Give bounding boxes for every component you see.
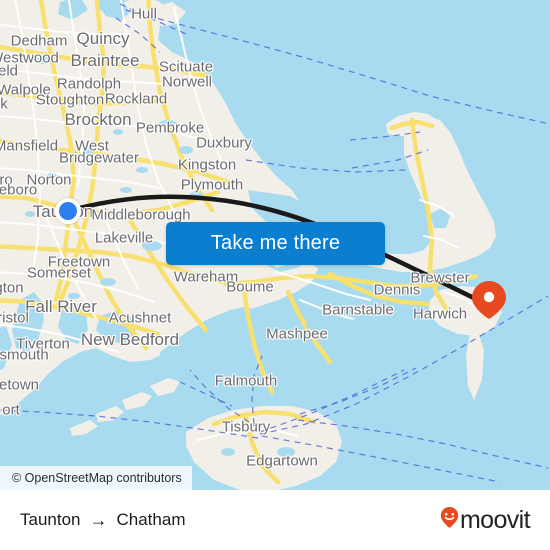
footer-bar: Taunton → Chatham moovit	[0, 490, 550, 550]
take-me-there-button[interactable]: Take me there	[166, 222, 385, 265]
route-summary: Taunton → Chatham	[20, 510, 185, 530]
map-attribution[interactable]: © OpenStreetMap contributors	[0, 466, 192, 490]
moovit-wordmark: moovit	[459, 505, 531, 534]
moovit-map-screen: HullDedhamQuincyWestwoodBraintreeScituat…	[0, 0, 550, 550]
route-origin-label: Taunton	[20, 510, 81, 529]
arrow-right-icon: →	[89, 510, 108, 530]
moovit-pin-icon	[440, 506, 459, 534]
destination-marker[interactable]	[470, 280, 508, 320]
moovit-logo[interactable]: moovit	[440, 505, 531, 535]
route-destination-label: Chatham	[116, 510, 186, 529]
map-canvas[interactable]: HullDedhamQuincyWestwoodBraintreeScituat…	[0, 0, 550, 490]
origin-marker[interactable]	[55, 198, 81, 224]
